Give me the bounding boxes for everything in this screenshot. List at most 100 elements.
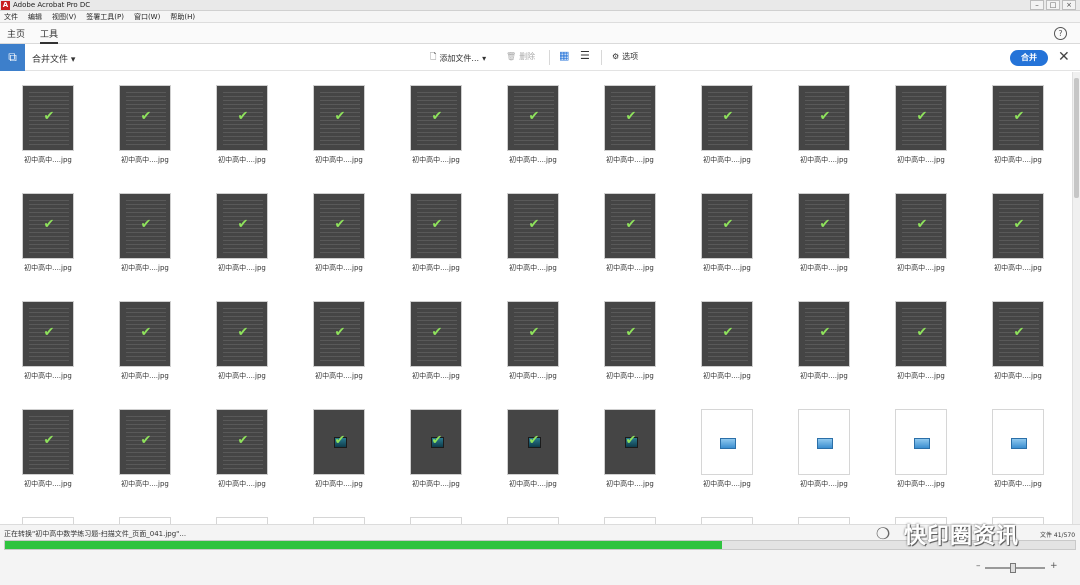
file-thumbnail[interactable]: ✔ 初中高中....jpg [798, 301, 850, 381]
file-thumbnail[interactable] [22, 517, 74, 524]
file-name: 初中高中....jpg [800, 264, 848, 272]
help-icon[interactable]: ? [1054, 27, 1067, 40]
file-thumbnail[interactable]: ✔ 初中高中....jpg [992, 193, 1044, 273]
page-preview: ✔ [895, 193, 947, 259]
file-thumbnail[interactable]: ✔ 初中高中....jpg [313, 193, 365, 273]
menu-edit[interactable]: 编辑 [28, 11, 42, 22]
file-thumbnail[interactable]: 初中高中....jpg [798, 409, 850, 489]
scrollbar-thumb[interactable] [1074, 78, 1079, 198]
file-thumbnail[interactable]: ✔ 初中高中....jpg [22, 85, 74, 165]
menu-bar: 文件 编辑 视图(V) 签署工具(P) 窗口(W) 帮助(H) [0, 11, 1080, 23]
page-preview: ✔ [313, 193, 365, 259]
grid-view-icon[interactable]: ▦ [559, 49, 569, 62]
menu-view[interactable]: 视图(V) [52, 11, 76, 22]
checkmark-icon: ✔ [140, 325, 152, 340]
file-name: 初中高中....jpg [218, 372, 266, 380]
file-thumbnail[interactable]: ✔ 初中高中....jpg [22, 301, 74, 381]
delete-button[interactable]: 🗑 删除 [506, 51, 535, 62]
file-thumbnail[interactable] [119, 517, 171, 524]
menu-sign-tools[interactable]: 签署工具(P) [86, 11, 124, 22]
file-thumbnail[interactable] [507, 517, 559, 524]
file-thumbnail[interactable] [410, 517, 462, 524]
file-thumbnail[interactable] [313, 517, 365, 524]
file-thumbnail[interactable]: ✔ 初中高中....jpg [410, 409, 462, 489]
file-thumbnail[interactable]: ✔ 初中高中....jpg [701, 301, 753, 381]
combine-files-dropdown[interactable]: 合并文件 ▾ [32, 52, 75, 65]
checkmark-icon: ✔ [722, 325, 734, 340]
page-preview: ✔ [798, 301, 850, 367]
checkmark-icon: ✔ [237, 433, 249, 448]
file-thumbnail[interactable]: ✔ 初中高中....jpg [798, 193, 850, 273]
file-thumbnail[interactable] [604, 517, 656, 524]
file-thumbnail[interactable]: ✔ 初中高中....jpg [313, 85, 365, 165]
vertical-scrollbar[interactable] [1072, 72, 1080, 524]
file-thumbnail[interactable]: ✔ 初中高中....jpg [410, 301, 462, 381]
file-thumbnail[interactable]: ✔ 初中高中....jpg [701, 85, 753, 165]
zoom-slider-handle[interactable] [1010, 563, 1016, 573]
merge-button[interactable]: 合并 [1010, 50, 1048, 66]
add-files-button[interactable]: 🗋 添加文件... ▾ [430, 51, 486, 65]
file-name: 初中高中....jpg [121, 480, 169, 488]
zoom-out-icon[interactable]: – [976, 561, 981, 571]
file-thumbnail[interactable]: ✔ 初中高中....jpg [119, 85, 171, 165]
file-thumbnail[interactable]: ✔ 初中高中....jpg [216, 301, 268, 381]
file-thumbnail[interactable]: ✔ 初中高中....jpg [22, 409, 74, 489]
close-window-button[interactable]: × [1062, 0, 1076, 10]
file-thumbnail[interactable]: ✔ 初中高中....jpg [119, 409, 171, 489]
brand-watermark: ❍ 快印圈资讯 [868, 518, 1019, 550]
file-thumbnail[interactable]: ✔ 初中高中....jpg [604, 409, 656, 489]
checkmark-icon: ✔ [916, 325, 928, 340]
menu-help[interactable]: 帮助(H) [170, 11, 195, 22]
combine-tool-icon[interactable]: ⧉ [0, 44, 25, 71]
file-thumbnail[interactable]: ✔ 初中高中....jpg [701, 193, 753, 273]
tab-home[interactable]: 主页 [7, 27, 25, 40]
file-thumbnail[interactable]: ✔ 初中高中....jpg [216, 409, 268, 489]
file-thumbnail[interactable]: ✔ 初中高中....jpg [119, 193, 171, 273]
file-thumbnail[interactable]: ✔ 初中高中....jpg [313, 301, 365, 381]
file-thumbnail[interactable]: ✔ 初中高中....jpg [992, 85, 1044, 165]
menu-window[interactable]: 窗口(W) [134, 11, 160, 22]
tab-tools[interactable]: 工具 [40, 27, 59, 44]
file-thumbnail[interactable]: ✔ 初中高中....jpg [604, 301, 656, 381]
file-thumbnail[interactable]: ✔ 初中高中....jpg [410, 85, 462, 165]
file-thumbnail[interactable]: ✔ 初中高中....jpg [507, 193, 559, 273]
file-name: 初中高中....jpg [24, 156, 72, 164]
file-thumbnail[interactable]: ✔ 初中高中....jpg [507, 85, 559, 165]
file-thumbnail[interactable] [701, 517, 753, 524]
minimize-button[interactable]: – [1030, 0, 1044, 10]
file-thumbnail[interactable] [798, 517, 850, 524]
file-thumbnail[interactable]: ✔ 初中高中....jpg [119, 301, 171, 381]
file-thumbnail[interactable]: 初中高中....jpg [895, 409, 947, 489]
file-thumbnail[interactable]: ✔ 初中高中....jpg [895, 193, 947, 273]
maximize-button[interactable]: □ [1046, 0, 1060, 10]
file-thumbnail[interactable]: ✔ 初中高中....jpg [798, 85, 850, 165]
list-view-icon[interactable]: ☰ [580, 49, 590, 62]
file-thumbnail[interactable]: ✔ 初中高中....jpg [216, 193, 268, 273]
file-thumbnail[interactable]: 初中高中....jpg [701, 409, 753, 489]
file-name: 初中高中....jpg [606, 480, 654, 488]
file-thumbnail[interactable]: ✔ 初中高中....jpg [507, 301, 559, 381]
file-thumbnail[interactable]: ✔ 初中高中....jpg [895, 85, 947, 165]
file-thumbnail[interactable]: ✔ 初中高中....jpg [22, 193, 74, 273]
page-preview: ✔ [410, 193, 462, 259]
file-thumbnail[interactable]: ✔ 初中高中....jpg [604, 85, 656, 165]
file-thumbnail[interactable]: 初中高中....jpg [992, 409, 1044, 489]
close-icon[interactable]: ✕ [1058, 49, 1070, 65]
menu-file[interactable]: 文件 [4, 11, 18, 22]
file-thumbnail[interactable]: ✔ 初中高中....jpg [313, 409, 365, 489]
options-button[interactable]: ⚙ 选项 [612, 51, 638, 62]
file-thumbnail[interactable]: ✔ 初中高中....jpg [410, 193, 462, 273]
file-thumbnail[interactable]: ✔ 初中高中....jpg [507, 409, 559, 489]
zoom-in-icon[interactable]: + [1050, 561, 1058, 571]
file-thumbnail[interactable]: ✔ 初中高中....jpg [216, 85, 268, 165]
toolbar-divider [601, 50, 602, 65]
file-name: 初中高中....jpg [315, 156, 363, 164]
zoom-slider[interactable] [985, 563, 1045, 573]
file-thumbnail[interactable] [216, 517, 268, 524]
file-thumbnail[interactable]: ✔ 初中高中....jpg [992, 301, 1044, 381]
file-thumbnail[interactable]: ✔ 初中高中....jpg [604, 193, 656, 273]
page-preview [410, 517, 462, 524]
file-thumbnail[interactable]: ✔ 初中高中....jpg [895, 301, 947, 381]
checkmark-icon: ✔ [625, 433, 637, 448]
image-file-icon [817, 438, 833, 449]
